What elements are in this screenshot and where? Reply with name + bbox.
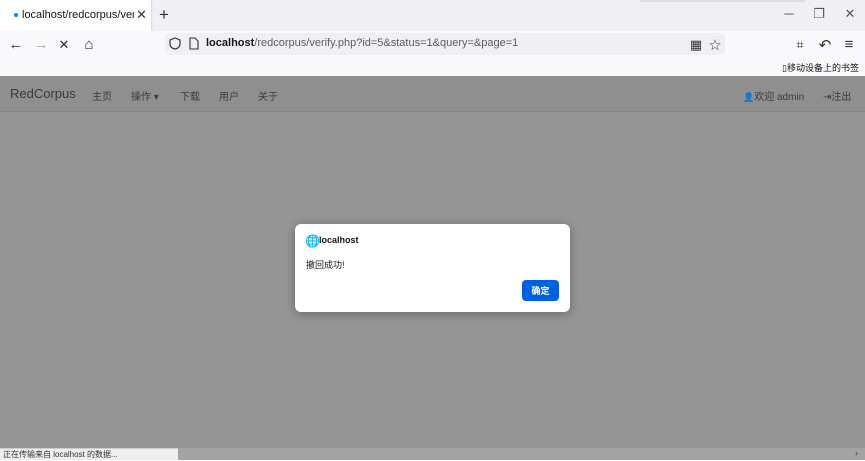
crop-icon[interactable]: ⌗ (791, 37, 809, 53)
site-brand[interactable]: RedCorpus (10, 86, 76, 101)
menu-icon[interactable]: ≡ (840, 36, 858, 53)
stop-icon[interactable]: ✕ (55, 37, 73, 53)
qr-code-icon[interactable]: ▦ (687, 37, 705, 53)
mobile-bookmarks[interactable]: ▯移动设备上的书签 (782, 61, 859, 74)
restore-icon[interactable]: ❐ (809, 6, 829, 22)
back-icon[interactable]: ← (7, 36, 25, 53)
dialog-message: 撤回成功! (306, 260, 345, 270)
page-icon[interactable] (189, 37, 199, 50)
globe-icon: 🌐 (305, 234, 320, 248)
logout-link[interactable]: ⇥注出 (823, 88, 851, 103)
welcome-user[interactable]: 👤欢迎 admin (743, 88, 804, 103)
bookmark-star-icon[interactable]: ☆ (706, 36, 724, 54)
status-bar: 正在传输来自 localhost 的数据... (0, 448, 178, 460)
new-tab-button[interactable]: + (159, 5, 169, 25)
menu-operations[interactable]: 操作 ▾ (131, 88, 159, 103)
bookmarks-bar (0, 59, 865, 77)
url-text[interactable]: localhost/redcorpus/verify.php?id=5&stat… (206, 37, 518, 49)
horizontal-scrollbar[interactable] (178, 448, 865, 460)
tab-title: localhost/redcorpus/verify.pl (22, 9, 134, 21)
undo-icon[interactable]: ↶ (816, 36, 834, 54)
welcome-label: 欢迎 admin (754, 92, 805, 103)
menu-users[interactable]: 用户 (219, 88, 239, 103)
menu-home[interactable]: 主页 (92, 88, 112, 103)
tab-close-icon[interactable]: ✕ (136, 7, 147, 23)
home-icon[interactable]: ⌂ (80, 36, 98, 53)
url-host: localhost (206, 37, 255, 49)
logout-label: 注出 (831, 92, 852, 103)
window-close-icon[interactable]: ✕ (840, 6, 860, 22)
site-navbar (0, 76, 865, 112)
scroll-right-icon[interactable]: › (855, 448, 858, 458)
loading-dot-icon (14, 13, 18, 17)
dialog-origin: localhost (319, 235, 359, 245)
menu-about[interactable]: 关于 (258, 88, 278, 103)
mobile-bookmarks-label: 移动设备上的书签 (786, 63, 859, 73)
url-path: /redcorpus/verify.php?id=5&status=1&quer… (254, 37, 519, 49)
ok-button[interactable]: 确定 (522, 280, 559, 301)
shield-icon[interactable] (169, 37, 181, 50)
menu-download[interactable]: 下载 (180, 88, 200, 103)
minimize-icon[interactable]: ─ (779, 6, 799, 21)
forward-icon[interactable]: → (32, 36, 50, 53)
user-icon: 👤 (743, 92, 755, 102)
tab-strip-divider (640, 0, 805, 2)
